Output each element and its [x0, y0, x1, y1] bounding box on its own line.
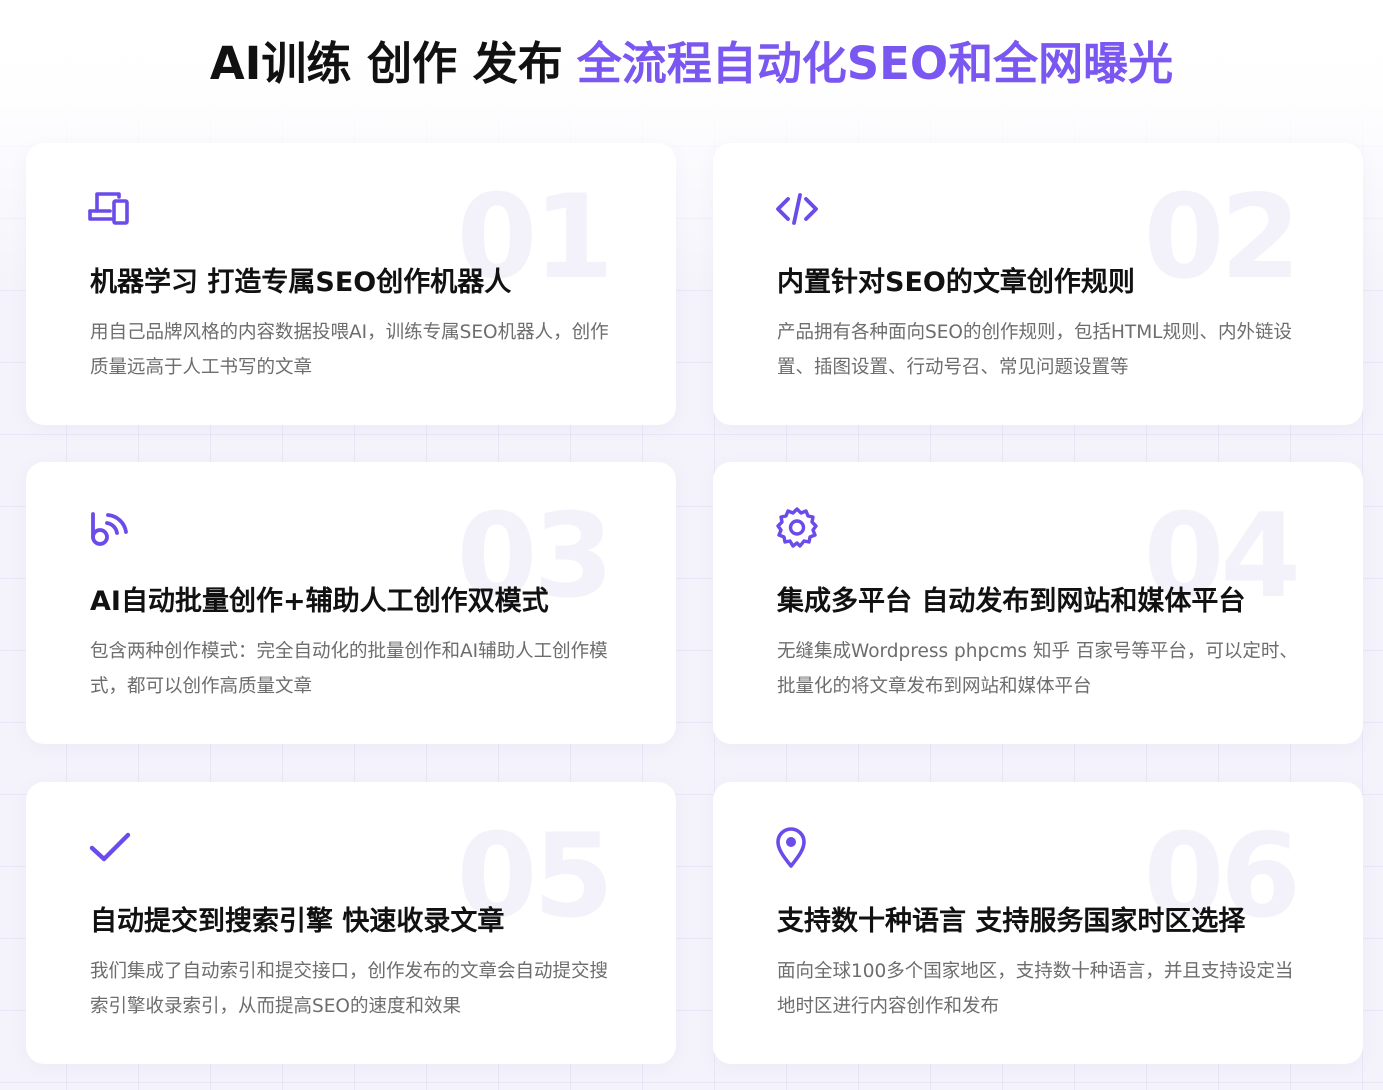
- devices-icon: [88, 187, 132, 231]
- card-title: 机器学习 打造专属SEO创作机器人: [90, 267, 512, 298]
- page-headline: AI训练 创作 发布 全流程自动化SEO和全网曝光: [0, 36, 1383, 92]
- feature-card-dual-mode: 03 AI自动批量创作+辅助人工创作双模式 包含两种创作模式：完全自动化的批量创…: [26, 462, 676, 744]
- card-title: 自动提交到搜索引擎 快速收录文章: [90, 906, 505, 937]
- card-description: 我们集成了自动索引和提交接口，创作发布的文章会自动提交搜索引擎收录索引，从而提高…: [90, 961, 609, 1017]
- location-pin-icon: [775, 826, 819, 870]
- feature-card-machine-learning: 01 机器学习 打造专属SEO创作机器人 用自己品牌风格的内容数据投喂AI，训练…: [26, 143, 676, 425]
- card-description: 产品拥有各种面向SEO的创作规则，包括HTML规则、内外链设置、插图设置、行动号…: [777, 322, 1292, 378]
- card-title: AI自动批量创作+辅助人工创作双模式: [90, 586, 549, 617]
- gear-icon: [775, 506, 819, 550]
- card-title: 集成多平台 自动发布到网站和媒体平台: [777, 586, 1246, 617]
- feature-card-languages-timezones: 06 支持数十种语言 支持服务国家时区选择 面向全球100多个国家地区，支持数十…: [713, 782, 1363, 1064]
- card-description: 包含两种创作模式：完全自动化的批量创作和AI辅助人工创作模式，都可以创作高质量文…: [90, 641, 608, 697]
- card-description: 面向全球100多个国家地区，支持数十种语言，并且支持设定当地时区进行内容创作和发…: [777, 961, 1294, 1017]
- feature-card-seo-rules: 02 内置针对SEO的文章创作规则 产品拥有各种面向SEO的创作规则，包括HTM…: [713, 143, 1363, 425]
- checkmark-icon: [88, 826, 132, 870]
- card-title: 内置针对SEO的文章创作规则: [777, 267, 1135, 298]
- headline-accent: 全流程自动化SEO和全网曝光: [576, 37, 1174, 91]
- card-title: 支持数十种语言 支持服务国家时区选择: [777, 906, 1246, 937]
- card-number: 02: [1143, 170, 1301, 305]
- feature-card-multi-platform: 04 集成多平台 自动发布到网站和媒体平台 无缝集成Wordpress phpc…: [713, 462, 1363, 744]
- feature-card-search-indexing: 05 自动提交到搜索引擎 快速收录文章 我们集成了自动索引和提交接口，创作发布的…: [26, 782, 676, 1064]
- card-description: 无缝集成Wordpress phpcms 知乎 百家号等平台，可以定时、批量化的…: [777, 641, 1298, 697]
- headline-main: AI训练 创作 发布: [209, 37, 563, 91]
- code-icon: [775, 187, 819, 231]
- card-description: 用自己品牌风格的内容数据投喂AI，训练专属SEO机器人，创作质量远高于人工书写的…: [90, 322, 609, 378]
- broadcast-icon: [88, 506, 132, 550]
